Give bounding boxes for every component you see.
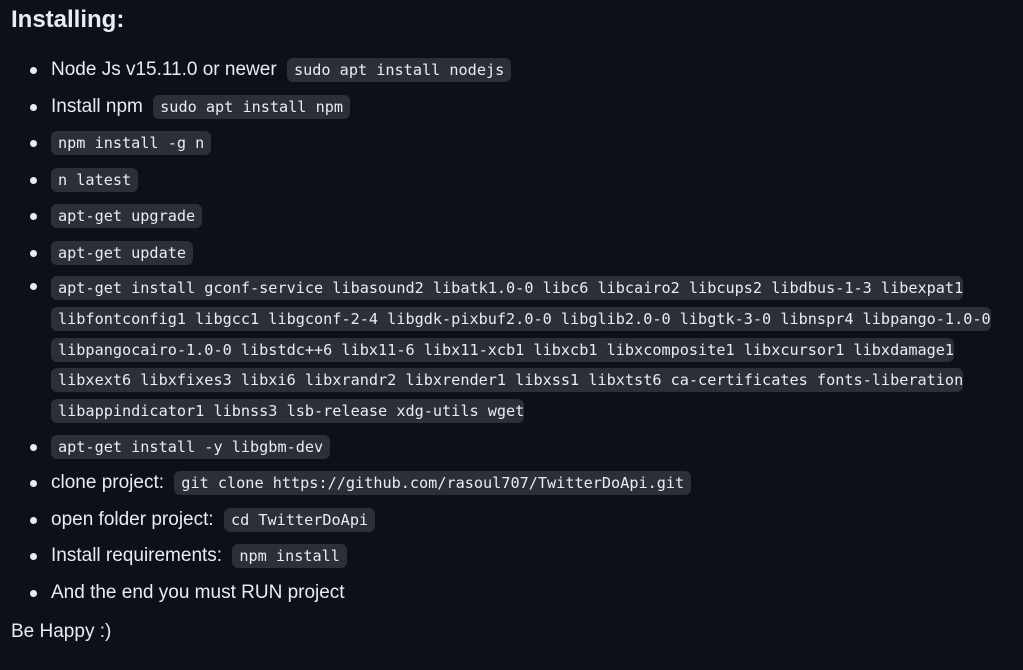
code-snippet: apt-get update [51, 240, 194, 265]
code-snippet: apt-get install -y libgbm-dev [51, 434, 331, 459]
list-item: apt-get update [0, 235, 1023, 272]
install-steps-list: Node Js v15.11.0 or newer sudo apt insta… [0, 52, 1023, 610]
readme-section: Installing: Node Js v15.11.0 or newer su… [0, 0, 1023, 670]
step-text: And the end you must RUN project [51, 581, 345, 603]
code-snippet: npm install -g n [51, 131, 212, 155]
list-item: apt-get install gconf-service libasound2… [0, 271, 1023, 429]
list-item: apt-get upgrade [0, 198, 1023, 235]
list-item: And the end you must RUN project [0, 575, 1023, 611]
clone-command: git clone https://github.com/rasoul707/T… [174, 471, 692, 496]
step-text: open folder project: [51, 508, 214, 530]
dependencies-code-block: apt-get install gconf-service libasound2… [51, 276, 991, 424]
list-item: npm install -g n [0, 125, 1023, 162]
step-text: Node Js v15.11.0 or newer [51, 59, 277, 80]
code-snippet: sudo apt install nodejs [286, 58, 512, 82]
list-item: n latest [0, 162, 1023, 199]
section-heading: Installing: [11, 6, 125, 33]
code-snippet: apt-get upgrade [51, 204, 203, 228]
step-text: Install npm [51, 95, 143, 117]
step-text: Install requirements: [51, 545, 223, 567]
code-snippet: n latest [51, 167, 139, 192]
list-item: clone project: git clone https://github.… [0, 465, 1023, 502]
code-snippet: npm install [232, 544, 347, 569]
list-item: Node Js v15.11.0 or newer sudo apt insta… [0, 52, 1023, 89]
list-item: Install requirements: npm install [0, 538, 1023, 575]
code-snippet: cd TwitterDoApi [223, 507, 376, 532]
code-snippet: sudo apt install npm [153, 94, 351, 119]
list-item: Install npm sudo apt install npm [0, 89, 1023, 126]
list-item: apt-get install -y libgbm-dev [0, 429, 1023, 466]
step-text: clone project: [51, 472, 165, 494]
closing-text: Be Happy :) [11, 621, 112, 642]
list-item: open folder project: cd TwitterDoApi [0, 502, 1023, 539]
